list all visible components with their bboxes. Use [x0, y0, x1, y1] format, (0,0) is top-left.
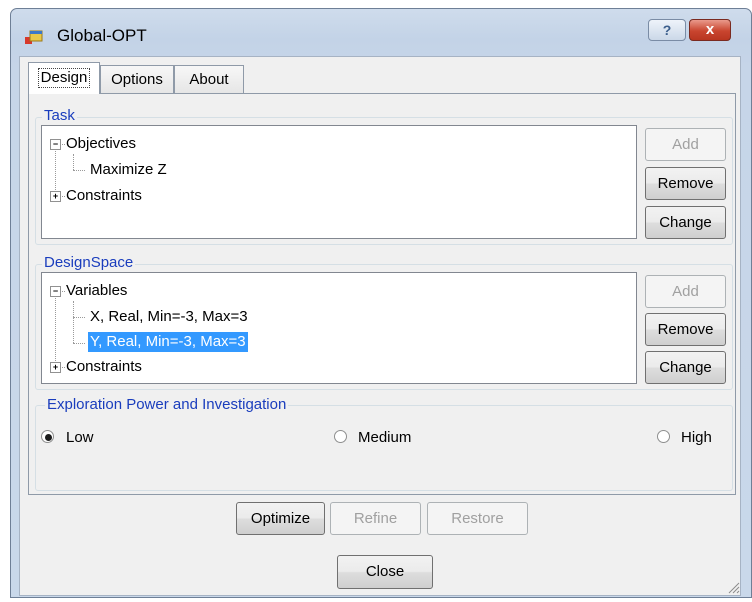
tree-line [73, 317, 85, 318]
button-label: Refine [353, 510, 398, 527]
tree-node-objectives[interactable]: Objectives [66, 134, 136, 154]
tab-options[interactable]: Options [100, 65, 174, 93]
designspace-add-button[interactable]: Add [645, 275, 726, 308]
tree-node-constraints[interactable]: Constraints [66, 186, 142, 206]
tree-node-constraints[interactable]: Constraints [66, 357, 142, 377]
button-label: Remove [657, 321, 714, 338]
radio-high[interactable] [657, 430, 670, 443]
tree-node-variable-x[interactable]: X, Real, Min=-3, Max=3 [90, 307, 248, 327]
task-remove-button[interactable]: Remove [645, 167, 726, 200]
window-title: Global-OPT [57, 26, 147, 45]
tree-node-variables[interactable]: Variables [66, 281, 127, 301]
help-button[interactable]: ? [648, 19, 686, 41]
button-label: Close [365, 563, 405, 580]
task-add-button[interactable]: Add [645, 128, 726, 161]
collapse-icon[interactable]: − [50, 286, 61, 297]
radio-low[interactable] [41, 430, 54, 443]
close-icon: x [705, 21, 715, 38]
radio-medium[interactable] [334, 430, 347, 443]
designspace-group-title: DesignSpace [42, 254, 136, 271]
close-window-button[interactable]: x [689, 19, 731, 41]
tree-line [73, 170, 85, 171]
resize-grip-icon[interactable] [726, 580, 740, 594]
tree-line [73, 343, 85, 344]
task-group-title: Task [42, 107, 77, 124]
app-icon [25, 30, 43, 46]
expand-icon[interactable]: + [50, 191, 61, 202]
task-tree[interactable]: − Objectives Maximize Z + Constraints [41, 125, 637, 239]
tab-design[interactable]: Design [28, 62, 100, 94]
tree-line [55, 291, 56, 367]
radio-low-label[interactable]: Low [66, 429, 94, 446]
tree-node-variable-y[interactable]: Y, Real, Min=-3, Max=3 [88, 332, 248, 352]
button-label: Optimize [250, 510, 311, 527]
button-label: Change [659, 359, 712, 376]
tree-line [73, 301, 74, 343]
button-label: Add [672, 136, 699, 153]
expand-icon[interactable]: + [50, 362, 61, 373]
task-change-button[interactable]: Change [645, 206, 726, 239]
tab-about[interactable]: About [174, 65, 244, 93]
refine-button[interactable]: Refine [330, 502, 421, 535]
close-button[interactable]: Close [337, 555, 433, 589]
exploration-group [35, 405, 733, 491]
collapse-icon[interactable]: − [50, 139, 61, 150]
designspace-change-button[interactable]: Change [645, 351, 726, 384]
radio-dot [45, 434, 52, 441]
button-label: Change [659, 214, 712, 231]
radio-medium-label[interactable]: Medium [358, 429, 411, 446]
optimize-button[interactable]: Optimize [236, 502, 325, 535]
tree-line [55, 144, 56, 196]
designspace-remove-button[interactable]: Remove [645, 313, 726, 346]
button-label: Add [672, 283, 699, 300]
tab-label: Design [37, 68, 91, 88]
button-label: Remove [657, 175, 714, 192]
tab-label: Options [111, 71, 163, 88]
button-label: Restore [451, 510, 504, 527]
designspace-tree[interactable]: − Variables X, Real, Min=-3, Max=3 Y, Re… [41, 272, 637, 384]
tab-label: About [189, 71, 229, 88]
tree-line [73, 154, 74, 170]
exploration-group-title: Exploration Power and Investigation [45, 396, 289, 413]
restore-button[interactable]: Restore [427, 502, 528, 535]
tree-node-maximize-z[interactable]: Maximize Z [90, 160, 167, 180]
radio-high-label[interactable]: High [681, 429, 712, 446]
